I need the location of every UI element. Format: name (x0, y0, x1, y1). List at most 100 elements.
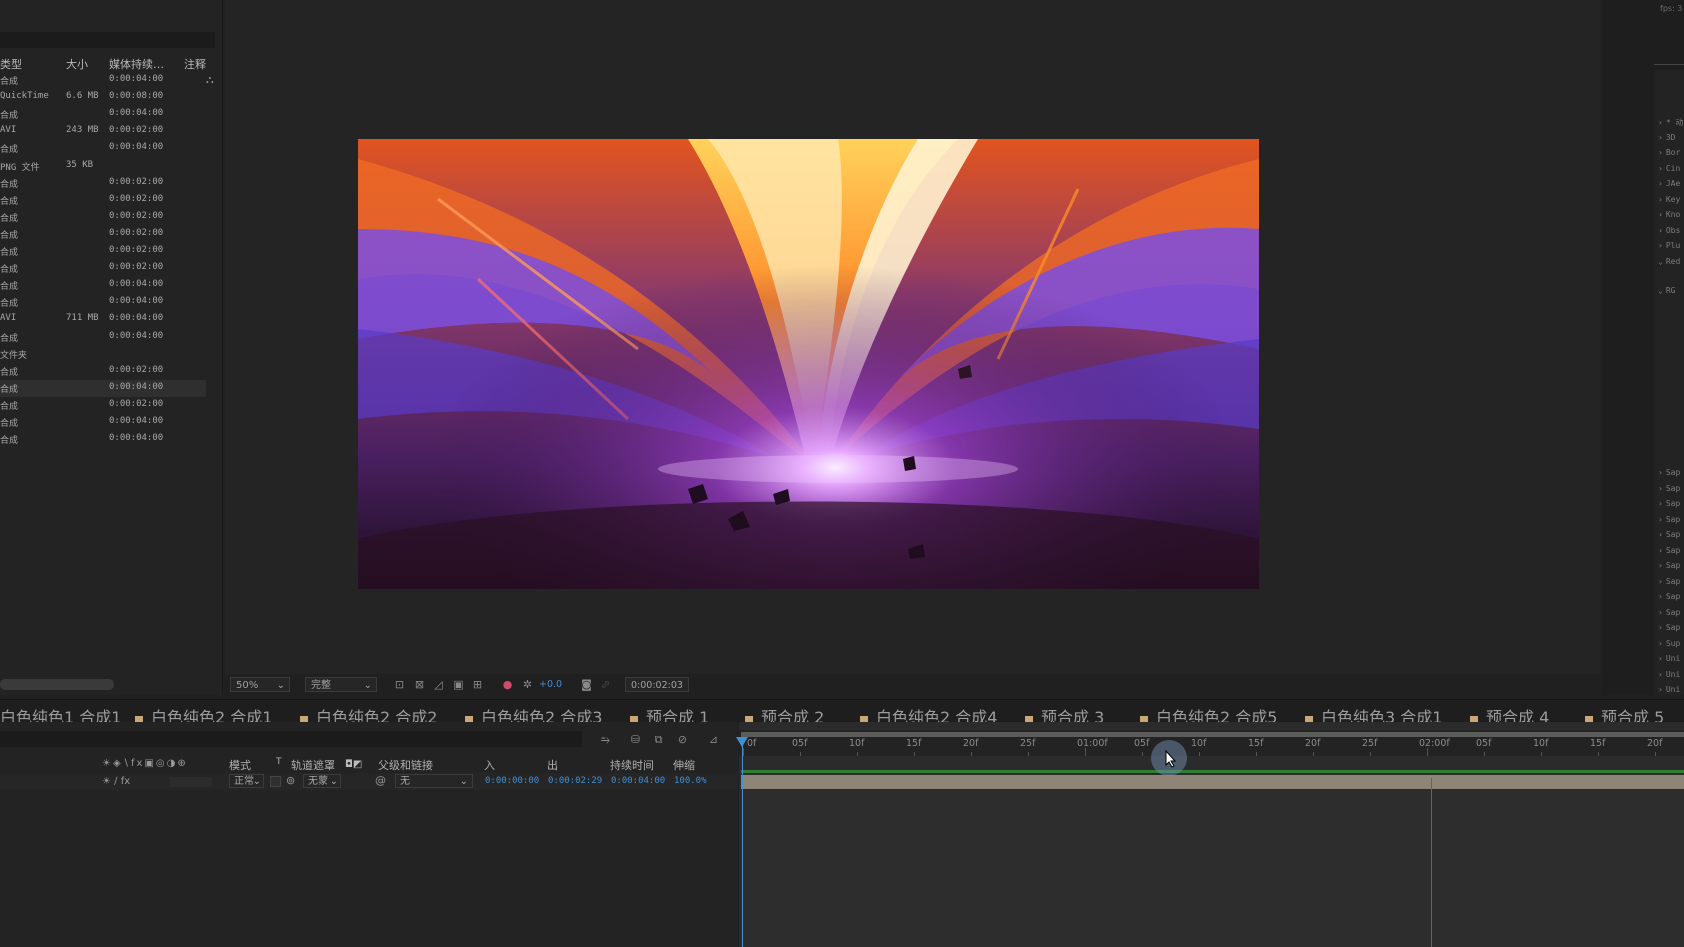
col-header-type[interactable]: 类型 (0, 56, 22, 72)
project-item-row[interactable]: 合成 0:00:04:00 (0, 329, 206, 346)
project-search-input[interactable] (0, 32, 215, 48)
layer-out-point[interactable]: 0:00:02:29 (548, 776, 602, 786)
col-header-size[interactable]: 大小 (66, 56, 88, 72)
effects-category-item[interactable]: › Sap (1658, 530, 1684, 545)
comp-flowchart-icon[interactable]: ⥱ (599, 733, 612, 746)
project-item-row[interactable]: 文件夹 (0, 346, 206, 363)
effects-category-item[interactable]: › Uni (1658, 670, 1684, 685)
project-item-row[interactable]: AVI 711 MB 0:00:04:00 (0, 311, 206, 328)
effects-category-item[interactable]: › Sap (1658, 592, 1684, 607)
effects-category-item[interactable]: › Sap (1658, 561, 1684, 576)
project-item-row[interactable]: 合成 0:00:04:00 (0, 379, 206, 397)
project-item-row[interactable]: AVI 243 MB 0:00:02:00 (0, 123, 206, 140)
project-item-row[interactable]: 合成 0:00:04:00 (0, 140, 206, 157)
project-item-row[interactable]: 合成 0:00:02:00 (0, 209, 206, 226)
layer-trkmat-dropdown[interactable]: 无蒙 ⌄ (303, 774, 341, 788)
project-item-row[interactable]: 合成 0:00:02:00 (0, 175, 206, 192)
effects-category-item[interactable]: › Sap (1658, 499, 1684, 514)
project-item-row[interactable]: 合成 0:00:04:00 (0, 106, 206, 123)
project-item-row[interactable]: 合成 0:00:02:00 (0, 260, 206, 277)
mask-path-icon[interactable]: ◿ (432, 678, 445, 691)
draft-3d-icon[interactable]: ⛁ (629, 733, 642, 746)
grid-icon[interactable]: ⊞ (471, 678, 484, 691)
resolution-dropdown[interactable]: 完整 ⌄ (305, 677, 377, 692)
effects-category-item[interactable]: › Sup (1658, 639, 1684, 654)
effects-category-item[interactable]: › 3D (1658, 133, 1684, 148)
region-of-interest-icon[interactable]: ⊡ (393, 678, 406, 691)
project-item-row[interactable]: 合成 0:00:04:00 (0, 72, 206, 89)
hide-shy-layers-icon[interactable]: ⧉ (652, 733, 665, 746)
effects-category-item[interactable]: › Plu (1658, 241, 1684, 256)
project-item-row[interactable]: QuickTime 6.6 MB 0:00:08:00 (0, 89, 206, 106)
col-header-duration[interactable]: 持续时间 (610, 757, 654, 773)
layer-duration[interactable]: 0:00:04:00 (611, 776, 665, 786)
effects-category-item[interactable]: ⌄ Red (1658, 257, 1684, 272)
col-header-stretch[interactable]: 伸缩 (673, 757, 695, 773)
project-item-row[interactable]: 合成 0:00:02:00 (0, 243, 206, 260)
project-item-row[interactable]: PNG 文件 35 KB (0, 158, 206, 175)
col-header-duration[interactable]: 媒体持续… (109, 56, 164, 72)
project-item-row[interactable]: 合成 0:00:04:00 (0, 414, 206, 431)
playhead-handle[interactable] (736, 737, 748, 747)
project-item-row[interactable]: 合成 0:00:02:00 (0, 363, 206, 380)
effects-category-item[interactable]: › Sap (1658, 546, 1684, 561)
layer-parent-dropdown[interactable]: 无 ⌄ (395, 774, 473, 788)
effects-category-item[interactable]: › JAe (1658, 179, 1684, 194)
effects-category-item[interactable]: › Bor (1658, 148, 1684, 163)
layer-switch-icons[interactable]: ☀ ∕ fx (102, 776, 130, 787)
effects-category-item[interactable]: › Uni (1658, 685, 1684, 700)
layer-bar[interactable] (741, 775, 1684, 789)
color-channels-icon[interactable]: ● (501, 678, 514, 691)
project-item-row[interactable]: 合成 0:00:02:00 (0, 192, 206, 209)
composition-frame[interactable] (358, 139, 1259, 589)
layer-stretch[interactable]: 100.0% (674, 776, 707, 786)
effects-category-item[interactable]: › Key (1658, 195, 1684, 210)
effects-category-item[interactable]: › Cin (1658, 164, 1684, 179)
col-header-in[interactable]: 入 (484, 757, 495, 773)
col-header-parent[interactable]: 父级和链接 (378, 757, 433, 773)
preserve-transparency-checkbox[interactable] (270, 776, 281, 787)
layer-switches-header-icons[interactable]: ☀◈∖fx▣◎◑⊕ (102, 758, 188, 769)
effects-category-item[interactable]: › Sap (1658, 468, 1684, 483)
effects-category-item[interactable]: › Sap (1658, 577, 1684, 592)
project-item-row[interactable]: 合成 0:00:02:00 (0, 226, 206, 243)
effects-category-item[interactable]: ⌄ RG (1658, 286, 1684, 301)
timeline-search-input[interactable] (0, 731, 582, 747)
effects-category-item[interactable]: › Sap (1658, 608, 1684, 623)
effects-category-item[interactable]: › Uni (1658, 654, 1684, 669)
col-header-out[interactable]: 出 (547, 757, 558, 773)
exposure-value[interactable]: +0.0 (539, 679, 562, 690)
project-item-row[interactable]: 合成 0:00:02:00 (0, 397, 206, 414)
col-header-comment[interactable]: 注释 (184, 56, 206, 72)
effects-category-item[interactable]: › Sap (1658, 515, 1684, 530)
effects-category-item[interactable]: › Sap (1658, 484, 1684, 499)
pickwhip-icon[interactable]: @ (375, 774, 386, 787)
zoom-dropdown[interactable]: 50% ⌄ (230, 677, 290, 692)
layer-switch-boxes[interactable] (170, 777, 212, 787)
project-item-row[interactable]: 合成 0:00:04:00 (0, 294, 206, 311)
guides-icon[interactable]: ▣ (452, 678, 465, 691)
current-time-field[interactable]: 0:00:02:03 (625, 677, 689, 692)
frame-blending-icon[interactable]: ⊘ (676, 733, 689, 746)
col-header-trkmat[interactable]: 轨道遮罩 (291, 757, 335, 773)
matte-icons[interactable]: ◘◩ (345, 759, 362, 770)
transparency-grid-icon[interactable]: ⊠ (413, 678, 426, 691)
effects-category-item[interactable]: › * 动 (1658, 117, 1684, 132)
flowchart-icon[interactable]: ⛬ (206, 73, 214, 87)
work-area-bar[interactable] (741, 732, 1684, 737)
layer-in-point[interactable]: 0:00:00:00 (485, 776, 539, 786)
col-header-t[interactable]: T (276, 757, 282, 767)
graph-editor-icon[interactable]: ⊿ (707, 733, 720, 746)
effects-category-item[interactable]: › Obs (1658, 226, 1684, 241)
layer-mode-dropdown[interactable]: 正常 ⌄ (229, 774, 264, 788)
project-item-row[interactable]: 合成 0:00:04:00 (0, 431, 206, 448)
project-item-row[interactable]: 合成 0:00:04:00 (0, 277, 206, 294)
matte-link-icon[interactable]: ⊚ (286, 774, 295, 787)
snapshot-camera-icon[interactable]: ◙ (580, 678, 593, 691)
effects-category-item[interactable]: › Sap (1658, 623, 1684, 638)
col-header-mode[interactable]: 模式 (229, 757, 251, 773)
show-snapshot-icon[interactable]: ⬀ (599, 678, 612, 691)
effects-category-item[interactable]: › Kno (1658, 210, 1684, 225)
exposure-icon[interactable]: ✲ (521, 678, 534, 691)
project-scrollbar[interactable] (0, 679, 114, 690)
